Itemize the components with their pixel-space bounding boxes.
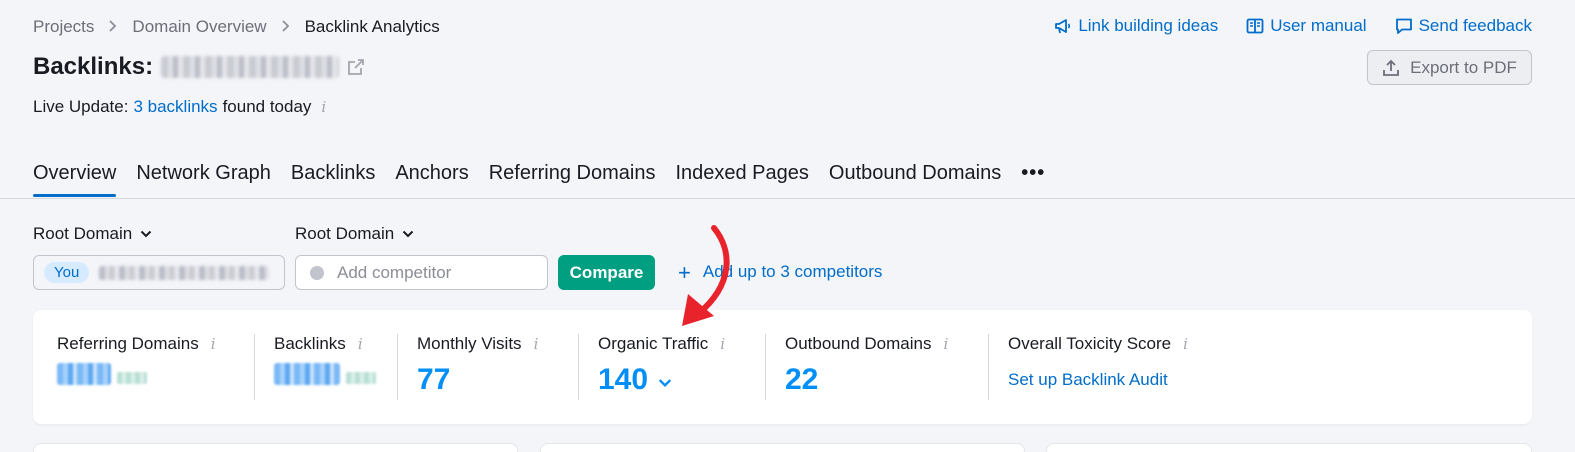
metric-value[interactable]: 77 [417, 363, 450, 397]
setup-backlink-audit-link[interactable]: Set up Backlink Audit [1008, 370, 1188, 390]
metrics-card: Referring Domains i Backlinks i Monthly Vi… [33, 310, 1532, 424]
metric-divider [397, 334, 398, 400]
chat-bubble-icon [1395, 18, 1412, 34]
info-icon[interactable]: i [534, 335, 539, 353]
metric-divider [578, 334, 579, 400]
you-badge: You [44, 262, 90, 283]
blurred-value[interactable] [274, 363, 340, 385]
live-update-prefix: Live Update: [33, 97, 129, 116]
you-scope-label: Root Domain [33, 224, 133, 243]
annotation-arrow-icon [682, 225, 730, 326]
metric-monthly-visits: Monthly Visits i 77 [417, 334, 538, 397]
breadcrumb-projects[interactable]: Projects [33, 17, 94, 37]
competitor-color-dot [310, 265, 324, 280]
info-icon[interactable]: i [321, 98, 326, 116]
breadcrumb-domain-overview[interactable]: Domain Overview [132, 17, 266, 37]
live-update: Live Update: 3 backlinks found today i [33, 97, 326, 117]
info-icon[interactable]: i [943, 335, 948, 353]
your-domain-field[interactable]: You [33, 255, 285, 290]
chevron-right-icon [108, 19, 118, 36]
link-building-ideas-label: Link building ideas [1078, 16, 1219, 35]
new-backlinks-link[interactable]: 3 backlinks [133, 97, 217, 117]
info-icon[interactable]: i [720, 335, 725, 353]
chevron-down-icon [141, 230, 152, 238]
competitor-scope-label: Root Domain [295, 224, 395, 243]
user-manual-label: User manual [1270, 16, 1367, 35]
bottom-card [1046, 443, 1532, 452]
you-scope-dropdown[interactable]: Root Domain [33, 224, 152, 244]
blurred-url [99, 265, 270, 280]
competitor-scope-dropdown[interactable]: Root Domain [295, 224, 414, 244]
info-icon[interactable]: i [1183, 335, 1188, 353]
tabs-divider [0, 198, 1575, 199]
metric-organic-traffic: Organic Traffic i 140 [598, 334, 725, 397]
metric-divider [254, 334, 255, 400]
tab-network-graph[interactable]: Network Graph [136, 162, 271, 197]
metric-label: Backlinks [274, 334, 346, 353]
metric-divider [765, 334, 766, 400]
send-feedback-link[interactable]: Send feedback [1395, 16, 1532, 36]
info-icon[interactable]: i [211, 335, 216, 353]
book-icon [1246, 18, 1264, 34]
tab-referring-domains[interactable]: Referring Domains [489, 162, 656, 197]
tab-outbound-domains[interactable]: Outbound Domains [829, 162, 1001, 197]
breadcrumb-backlink-analytics: Backlink Analytics [304, 17, 440, 36]
external-link-icon[interactable] [347, 58, 365, 76]
info-icon[interactable]: i [358, 335, 363, 353]
metric-backlinks: Backlinks i [274, 334, 376, 385]
bottom-card [540, 443, 1025, 452]
bottom-card [33, 443, 518, 452]
metric-label: Overall Toxicity Score [1008, 334, 1172, 353]
export-pdf-button[interactable]: Export to PDF [1367, 50, 1532, 85]
tab-bar: Overview Network Graph Backlinks Anchors… [33, 162, 1045, 197]
metric-divider [988, 334, 989, 400]
metric-label: Monthly Visits [417, 334, 522, 353]
page-title-prefix: Backlinks: [33, 53, 154, 80]
metric-label: Organic Traffic [598, 334, 709, 353]
chevron-right-icon [281, 19, 291, 36]
page-title: Backlinks: [33, 53, 365, 81]
send-feedback-label: Send feedback [1418, 16, 1532, 35]
more-tabs-icon[interactable]: ••• [1021, 162, 1045, 197]
metric-value[interactable]: 22 [785, 363, 818, 397]
blurred-value[interactable] [57, 363, 111, 385]
tab-backlinks[interactable]: Backlinks [291, 162, 375, 197]
link-building-ideas-link[interactable]: Link building ideas [1054, 16, 1218, 36]
tab-anchors[interactable]: Anchors [395, 162, 468, 197]
export-pdf-label: Export to PDF [1410, 57, 1517, 77]
competitor-input[interactable]: Add competitor [295, 255, 548, 290]
metric-toxicity-score: Overall Toxicity Score i Set up Backlink … [1008, 334, 1188, 390]
blurred-delta [346, 372, 376, 384]
metric-value[interactable]: 140 [598, 363, 648, 397]
blurred-domain [161, 56, 340, 78]
breadcrumb: Projects Domain Overview Backlink Analyt… [33, 17, 440, 37]
blurred-delta [117, 372, 147, 384]
metric-label: Outbound Domains [785, 334, 932, 353]
metric-outbound-domains: Outbound Domains i 22 [785, 334, 948, 397]
chevron-down-icon[interactable] [658, 376, 672, 390]
chevron-down-icon [403, 230, 414, 238]
user-manual-link[interactable]: User manual [1246, 16, 1367, 36]
header-links: Link building ideas User manual Send fee… [1054, 16, 1532, 36]
metric-referring-domains: Referring Domains i [57, 334, 216, 385]
upload-icon [1383, 59, 1400, 76]
tab-overview[interactable]: Overview [33, 162, 117, 197]
live-update-suffix: found today [222, 97, 312, 116]
tab-indexed-pages[interactable]: Indexed Pages [675, 162, 808, 197]
megaphone-icon [1055, 19, 1071, 34]
compare-button[interactable]: Compare [558, 255, 655, 290]
metric-label: Referring Domains [57, 334, 199, 353]
competitor-placeholder: Add competitor [337, 262, 452, 282]
